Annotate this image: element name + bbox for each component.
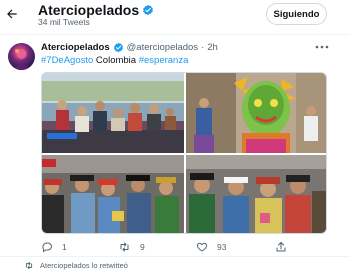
next-tweet[interactable]: Aterciopelados lo retwitteó [0,256,350,272]
reply-icon [42,242,52,253]
photo-stage-group[interactable] [42,73,184,153]
tweet-actions: 1 9 93 [41,239,331,255]
more-icon [315,45,329,49]
reply-count: 1 [62,242,67,252]
like-icon [196,242,208,252]
meta-separator: · [201,42,205,53]
retweet-context: Aterciopelados lo retwitteó [24,261,128,270]
retweet-count: 9 [140,242,145,252]
photo-crowd-closeup[interactable] [186,155,326,233]
photo-grid [41,72,327,234]
tweet-header: Aterciopelados @aterciopelados · 2h [41,42,218,53]
tweet-count: 34 mil Tweets [38,17,90,27]
more-options-button[interactable] [313,41,331,53]
retweet-context-label[interactable]: Aterciopelados lo retwitteó [40,261,128,270]
retweet-icon [120,242,129,252]
retweet-icon [25,262,33,269]
tweet-time[interactable]: 2h [207,42,218,53]
profile-header: Aterciopelados 34 mil Tweets Siguiendo [0,0,350,34]
profile-name-text: Aterciopelados [38,2,140,18]
tweet-word: Colombia [93,55,139,66]
photo-crowd-hats[interactable] [42,155,184,233]
tweet-handle[interactable]: @aterciopelados [127,42,198,53]
hashtag-link[interactable]: #7DeAgosto [41,55,93,66]
tweet-author-name[interactable]: Aterciopelados [41,42,110,53]
verified-badge-icon [113,42,123,53]
profile-name: Aterciopelados [38,2,154,18]
back-arrow-icon [7,9,17,19]
like-button[interactable]: 93 [196,239,226,255]
tweet-text: #7DeAgosto Colombia #esperanza [41,55,188,66]
photo-costume-mask[interactable] [186,73,326,153]
tweet[interactable]: Aterciopelados @aterciopelados · 2h #7De… [0,34,350,256]
like-count: 93 [217,242,227,252]
back-button[interactable] [2,4,22,24]
share-button[interactable] [275,239,296,255]
avatar[interactable] [8,43,35,70]
retweet-button[interactable]: 9 [118,239,145,255]
hashtag-link[interactable]: #esperanza [139,55,189,66]
following-button[interactable]: Siguiendo [266,3,327,25]
share-icon [276,242,286,252]
reply-button[interactable]: 1 [41,239,67,255]
verified-badge-icon [143,4,154,16]
